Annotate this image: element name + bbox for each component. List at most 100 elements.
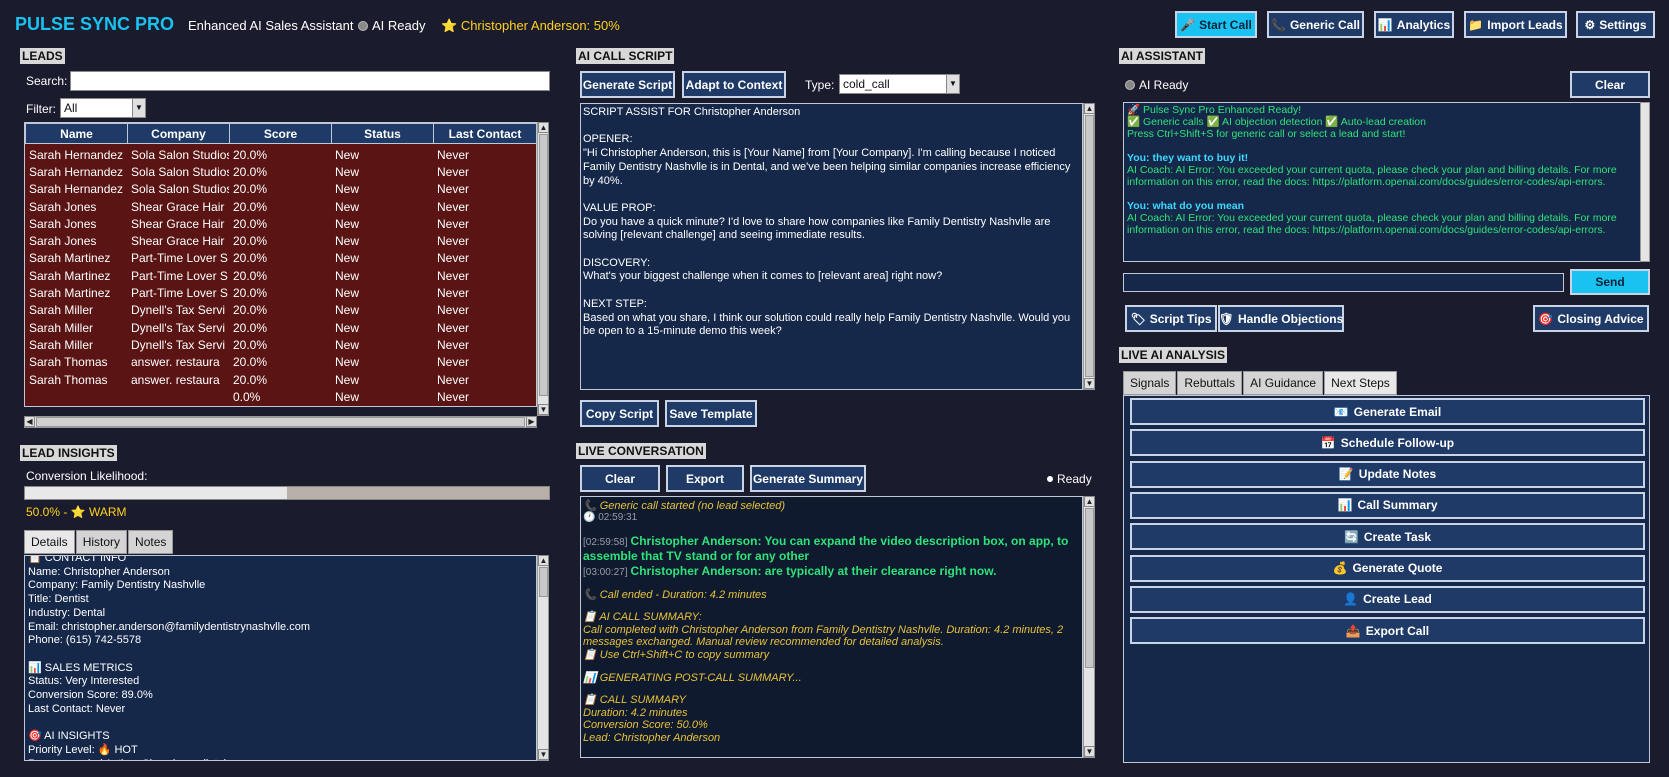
leads-scroll-thumb[interactable] bbox=[539, 134, 548, 396]
tab-history[interactable]: History bbox=[75, 530, 128, 554]
next-step-button-update-notes[interactable]: 📝 Update Notes bbox=[1130, 460, 1645, 488]
table-row[interactable]: Sarah Martinez Part-Time Lover S 20.0% New N… bbox=[25, 284, 536, 301]
lead-score-cell: 20.0% bbox=[233, 268, 268, 283]
start-call-label: Start Call bbox=[1199, 17, 1252, 32]
lead-score-cell: 20.0% bbox=[233, 216, 268, 231]
scroll-left-icon[interactable]: ◀ bbox=[24, 416, 35, 427]
table-row[interactable]: Sarah Jones Shear Grace Hair 20.0% New Never bbox=[25, 232, 536, 249]
script-tips-button[interactable]: 🏷 Script Tips bbox=[1125, 305, 1217, 332]
lead-last-contact-cell: Never bbox=[437, 372, 470, 387]
analysis-section-title: LIVE AI ANALYSIS bbox=[1119, 347, 1228, 363]
assistant-message-input[interactable] bbox=[1123, 273, 1564, 292]
table-row[interactable]: 0.0% New Never bbox=[25, 388, 536, 405]
send-button[interactable]: Send bbox=[1570, 269, 1650, 295]
details-scroll-up-icon[interactable]: ▲ bbox=[538, 555, 549, 566]
scroll-right-icon[interactable]: ▶ bbox=[526, 416, 537, 427]
settings-label: Settings bbox=[1599, 17, 1647, 32]
lead-last-contact-cell: Never bbox=[437, 164, 470, 179]
handle-objections-button[interactable]: 🛡 Handle Objections bbox=[1218, 305, 1344, 332]
closing-advice-button[interactable]: 🎯 Closing Advice bbox=[1533, 305, 1649, 332]
lead-status-cell: New bbox=[335, 268, 360, 283]
action-label: Call Summary bbox=[1357, 498, 1438, 513]
table-row[interactable]: Sarah Hernandez Sola Salon Studios 20.0% Ne… bbox=[25, 181, 536, 198]
lead-name-cell: Sarah Hernandez bbox=[29, 147, 124, 162]
table-row[interactable]: Sarah Miller Dynell's Tax Servi 20.0% New Ne… bbox=[25, 319, 536, 336]
conversation-scroll-up-icon[interactable]: ▲ bbox=[1084, 496, 1095, 507]
script-text-area[interactable]: SCRIPT ASSIST FOR Christopher Anderson O… bbox=[580, 103, 1083, 390]
tab-notes[interactable]: Notes bbox=[128, 530, 174, 554]
generate-script-button[interactable]: Generate Script bbox=[580, 71, 675, 98]
script-scroll-up-icon[interactable]: ▲ bbox=[1084, 103, 1095, 114]
search-input[interactable] bbox=[70, 71, 550, 91]
table-row[interactable]: Sarah Jones Shear Grace Hair 20.0% New Never bbox=[25, 198, 536, 215]
save-template-button[interactable]: Save Template bbox=[665, 400, 757, 427]
analytics-button[interactable]: 📊 Analytics bbox=[1374, 11, 1454, 38]
conversation-section-title: LIVE CONVERSATION bbox=[576, 443, 706, 459]
assistant-clear-button[interactable]: Clear bbox=[1570, 71, 1650, 98]
lead-last-contact-cell: Never bbox=[437, 234, 470, 249]
action-label: Schedule Follow-up bbox=[1340, 435, 1455, 450]
column-header-last-contact[interactable]: Last Contact bbox=[433, 123, 536, 144]
lead-company-cell: Dynell's Tax Servi bbox=[131, 303, 226, 318]
conversation-scroll-down-icon[interactable]: ▼ bbox=[1084, 746, 1095, 757]
lead-last-contact-cell: Never bbox=[437, 337, 470, 352]
generating-summary-line: 📊 GENERATING POST-CALL SUMMARY... bbox=[583, 672, 802, 684]
tab-details[interactable]: Details bbox=[24, 530, 75, 554]
details-scroll-thumb[interactable] bbox=[539, 567, 548, 597]
lead-score-cell: 20.0% bbox=[233, 164, 268, 179]
table-row[interactable]: Sarah Hernandez Sola Salon Studios 20.0% Ne… bbox=[25, 146, 536, 163]
lead-name-cell: Sarah Thomas bbox=[29, 372, 108, 387]
action-icon: 📅 bbox=[1320, 435, 1336, 450]
column-header-score[interactable]: Score bbox=[229, 123, 332, 144]
table-row[interactable]: Sarah Miller Dynell's Tax Servi 20.0% New Ne… bbox=[25, 336, 536, 353]
lead-insights-title: LEAD INSIGHTS bbox=[20, 445, 117, 461]
details-scroll-down-icon[interactable]: ▼ bbox=[538, 749, 549, 760]
copy-script-button[interactable]: Copy Script bbox=[580, 400, 659, 427]
column-header-name[interactable]: Name bbox=[25, 123, 128, 144]
assistant-chat-log: 🚀 Pulse Sync Pro Enhanced Ready! ✅ Gener… bbox=[1123, 102, 1641, 262]
tab-signals[interactable]: Signals bbox=[1123, 371, 1177, 395]
conversation-clear-button[interactable]: Clear bbox=[580, 465, 660, 492]
conversation-export-button[interactable]: Export bbox=[666, 465, 744, 492]
filter-select[interactable]: All ▼ bbox=[60, 98, 146, 118]
leads-section-title: LEADS bbox=[20, 48, 65, 64]
generate-summary-button[interactable]: Generate Summary bbox=[750, 465, 866, 492]
adapt-context-button[interactable]: Adapt to Context bbox=[682, 71, 786, 98]
script-scroll-down-icon[interactable]: ▼ bbox=[1084, 378, 1095, 389]
table-row[interactable]: Sarah Miller Dynell's Tax Servi 20.0% New Ne… bbox=[25, 302, 536, 319]
lead-status-cell: New bbox=[335, 389, 360, 404]
script-type-label: Type: bbox=[805, 78, 835, 92]
table-row[interactable]: Sarah Martinez Part-Time Lover S 20.0% New N… bbox=[25, 267, 536, 284]
next-step-button-schedule-follow-up[interactable]: 📅 Schedule Follow-up bbox=[1130, 429, 1645, 457]
next-step-button-export-call[interactable]: 📤 Export Call bbox=[1130, 617, 1645, 645]
table-row[interactable]: Sarah Hernandez Sola Salon Studios 20.0% Ne… bbox=[25, 163, 536, 180]
table-row[interactable]: Sarah Thomas answer. restaura 20.0% New Neve… bbox=[25, 354, 536, 371]
tab-ai-guidance[interactable]: AI Guidance bbox=[1243, 371, 1324, 395]
next-step-button-generate-quote[interactable]: 💰 Generate Quote bbox=[1130, 554, 1645, 582]
import-leads-button[interactable]: 📁 Import Leads bbox=[1464, 11, 1567, 38]
lead-company-cell: Part-Time Lover S bbox=[131, 286, 228, 301]
next-step-button-generate-email[interactable]: 📧 Generate Email bbox=[1130, 398, 1645, 425]
tab-next-steps[interactable]: Next Steps bbox=[1324, 371, 1397, 395]
next-step-button-create-task[interactable]: 🔄 Create Task bbox=[1130, 523, 1645, 551]
tab-rebuttals[interactable]: Rebuttals bbox=[1177, 371, 1243, 395]
table-row[interactable]: Sarah Martinez Part-Time Lover S 20.0% New N… bbox=[25, 250, 536, 267]
lead-company-cell: Dynell's Tax Servi bbox=[131, 320, 226, 335]
script-scroll-thumb[interactable] bbox=[1085, 115, 1094, 377]
table-row[interactable]: Sarah Jones Shear Grace Hair 20.0% New Never bbox=[25, 215, 536, 232]
scroll-up-icon[interactable]: ▲ bbox=[538, 122, 549, 133]
settings-button[interactable]: ⚙ Settings bbox=[1576, 11, 1655, 38]
generic-call-button[interactable]: 📞 Generic Call bbox=[1267, 11, 1364, 38]
next-step-button-create-lead[interactable]: 👤 Create Lead bbox=[1130, 585, 1645, 613]
next-step-button-call-summary[interactable]: 📊 Call Summary bbox=[1130, 491, 1645, 519]
scroll-down-icon[interactable]: ▼ bbox=[538, 404, 549, 415]
handle-objections-label: Handle Objections bbox=[1237, 311, 1344, 326]
script-type-select[interactable]: cold_call ▼ bbox=[839, 74, 960, 94]
conversation-scroll-thumb[interactable] bbox=[1085, 508, 1094, 668]
table-row[interactable]: Sarah Thomas answer. restaura 20.0% New Neve… bbox=[25, 371, 536, 388]
column-header-status[interactable]: Status bbox=[331, 123, 434, 144]
column-header-company[interactable]: Company bbox=[127, 123, 230, 144]
leads-hscroll-thumb[interactable] bbox=[36, 417, 525, 427]
start-call-button[interactable]: 🎤 Start Call bbox=[1175, 11, 1257, 38]
assistant-scrollbar[interactable] bbox=[1640, 102, 1650, 262]
